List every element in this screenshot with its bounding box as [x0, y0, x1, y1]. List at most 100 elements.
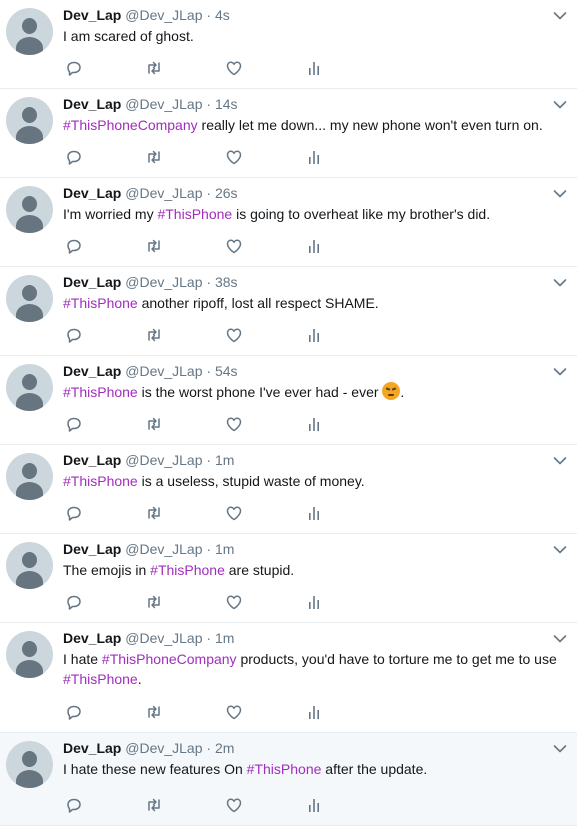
display-name[interactable]: Dev_Lap [63, 740, 121, 756]
tweet[interactable]: Dev_Lap @Dev_JLap · 1m #ThisPhone is a us… [0, 445, 577, 534]
retweet-icon[interactable] [145, 415, 163, 433]
analytics-icon[interactable] [305, 148, 323, 166]
display-name[interactable]: Dev_Lap [63, 452, 121, 468]
reply-icon[interactable] [65, 148, 83, 166]
analytics-icon[interactable] [305, 504, 323, 522]
display-name[interactable]: Dev_Lap [63, 630, 121, 646]
chevron-down-icon[interactable] [553, 632, 567, 644]
timestamp[interactable]: 1m [215, 541, 234, 557]
tweet[interactable]: Dev_Lap @Dev_JLap · 26s I'm worried my #T… [0, 178, 577, 267]
analytics-icon[interactable] [305, 415, 323, 433]
heart-icon[interactable] [225, 148, 243, 166]
hashtag-link[interactable]: #ThisPhone [150, 562, 225, 578]
heart-icon[interactable] [225, 703, 243, 721]
display-name[interactable]: Dev_Lap [63, 363, 121, 379]
timestamp[interactable]: 4s [215, 7, 230, 23]
analytics-icon[interactable] [305, 237, 323, 255]
reply-icon[interactable] [65, 593, 83, 611]
heart-icon[interactable] [225, 796, 243, 814]
username-handle[interactable]: @Dev_JLap [125, 185, 202, 201]
retweet-icon[interactable] [145, 796, 163, 814]
reply-icon[interactable] [65, 415, 83, 433]
username-handle[interactable]: @Dev_JLap [125, 541, 202, 557]
heart-icon[interactable] [225, 415, 243, 433]
analytics-icon[interactable] [305, 703, 323, 721]
reply-icon[interactable] [65, 703, 83, 721]
heart-icon[interactable] [225, 59, 243, 77]
tweet[interactable]: Dev_Lap @Dev_JLap · 1m I hate #ThisPhoneC… [0, 623, 577, 733]
heart-icon[interactable] [225, 237, 243, 255]
avatar[interactable] [6, 453, 53, 500]
username-handle[interactable]: @Dev_JLap [125, 363, 202, 379]
timestamp[interactable]: 1m [215, 452, 234, 468]
retweet-icon[interactable] [145, 237, 163, 255]
display-name[interactable]: Dev_Lap [63, 274, 121, 290]
hashtag-link[interactable]: #ThisPhone [63, 473, 138, 489]
hashtag-link[interactable]: #ThisPhone [63, 671, 138, 687]
chevron-down-icon[interactable] [553, 187, 567, 199]
hashtag-link[interactable]: #ThisPhone [157, 206, 232, 222]
retweet-icon[interactable] [145, 593, 163, 611]
timestamp[interactable]: 14s [215, 96, 238, 112]
chevron-down-icon[interactable] [553, 543, 567, 555]
username-handle[interactable]: @Dev_JLap [125, 274, 202, 290]
avatar[interactable] [6, 275, 53, 322]
chevron-down-icon[interactable] [553, 742, 567, 754]
avatar[interactable] [6, 186, 53, 233]
heart-icon[interactable] [225, 593, 243, 611]
analytics-icon[interactable] [305, 593, 323, 611]
username-handle[interactable]: @Dev_JLap [125, 96, 202, 112]
timestamp[interactable]: 38s [215, 274, 238, 290]
avatar[interactable] [6, 364, 53, 411]
avatar[interactable] [6, 97, 53, 144]
timestamp[interactable]: 2m [215, 740, 234, 756]
heart-icon[interactable] [225, 504, 243, 522]
hashtag-link[interactable]: #ThisPhone [63, 295, 138, 311]
avatar[interactable] [6, 8, 53, 55]
tweet[interactable]: Dev_Lap @Dev_JLap · 54s #ThisPhone is the… [0, 356, 577, 445]
hashtag-link[interactable]: #ThisPhone [247, 761, 322, 777]
analytics-icon[interactable] [305, 59, 323, 77]
chevron-down-icon[interactable] [553, 276, 567, 288]
tweet[interactable]: Dev_Lap @Dev_JLap · 4s I am scared of gho… [0, 0, 577, 89]
tweet[interactable]: Dev_Lap @Dev_JLap · 14s #ThisPhoneCompany… [0, 89, 577, 178]
display-name[interactable]: Dev_Lap [63, 96, 121, 112]
username-handle[interactable]: @Dev_JLap [125, 452, 202, 468]
reply-icon[interactable] [65, 237, 83, 255]
username-handle[interactable]: @Dev_JLap [125, 630, 202, 646]
retweet-icon[interactable] [145, 504, 163, 522]
reply-icon[interactable] [65, 796, 83, 814]
hashtag-link[interactable]: #ThisPhoneCompany [63, 117, 198, 133]
avatar[interactable] [6, 542, 53, 589]
username-handle[interactable]: @Dev_JLap [125, 7, 202, 23]
timestamp[interactable]: 26s [215, 185, 238, 201]
reply-icon[interactable] [65, 326, 83, 344]
chevron-down-icon[interactable] [553, 365, 567, 377]
avatar[interactable] [6, 631, 53, 678]
retweet-icon[interactable] [145, 703, 163, 721]
display-name[interactable]: Dev_Lap [63, 541, 121, 557]
timestamp[interactable]: 1m [215, 630, 234, 646]
display-name[interactable]: Dev_Lap [63, 185, 121, 201]
tweet[interactable]: Dev_Lap @Dev_JLap · 2m I hate these new f… [0, 733, 577, 826]
display-name[interactable]: Dev_Lap [63, 7, 121, 23]
username-handle[interactable]: @Dev_JLap [125, 740, 202, 756]
chevron-down-icon[interactable] [553, 98, 567, 110]
reply-icon[interactable] [65, 59, 83, 77]
analytics-icon[interactable] [305, 796, 323, 814]
timestamp[interactable]: 54s [215, 363, 238, 379]
retweet-icon[interactable] [145, 59, 163, 77]
retweet-icon[interactable] [145, 148, 163, 166]
retweet-icon[interactable] [145, 326, 163, 344]
hashtag-link[interactable]: #ThisPhoneCompany [102, 651, 237, 667]
tweet[interactable]: Dev_Lap @Dev_JLap · 38s #ThisPhone anothe… [0, 267, 577, 356]
heart-icon[interactable] [225, 326, 243, 344]
chevron-down-icon[interactable] [553, 454, 567, 466]
avatar[interactable] [6, 741, 53, 788]
analytics-icon[interactable] [305, 326, 323, 344]
tweet-text-segment: really let me down... my new phone won't… [197, 117, 543, 133]
reply-icon[interactable] [65, 504, 83, 522]
chevron-down-icon[interactable] [553, 9, 567, 21]
tweet[interactable]: Dev_Lap @Dev_JLap · 1m The emojis in #Thi… [0, 534, 577, 623]
hashtag-link[interactable]: #ThisPhone [63, 384, 138, 400]
